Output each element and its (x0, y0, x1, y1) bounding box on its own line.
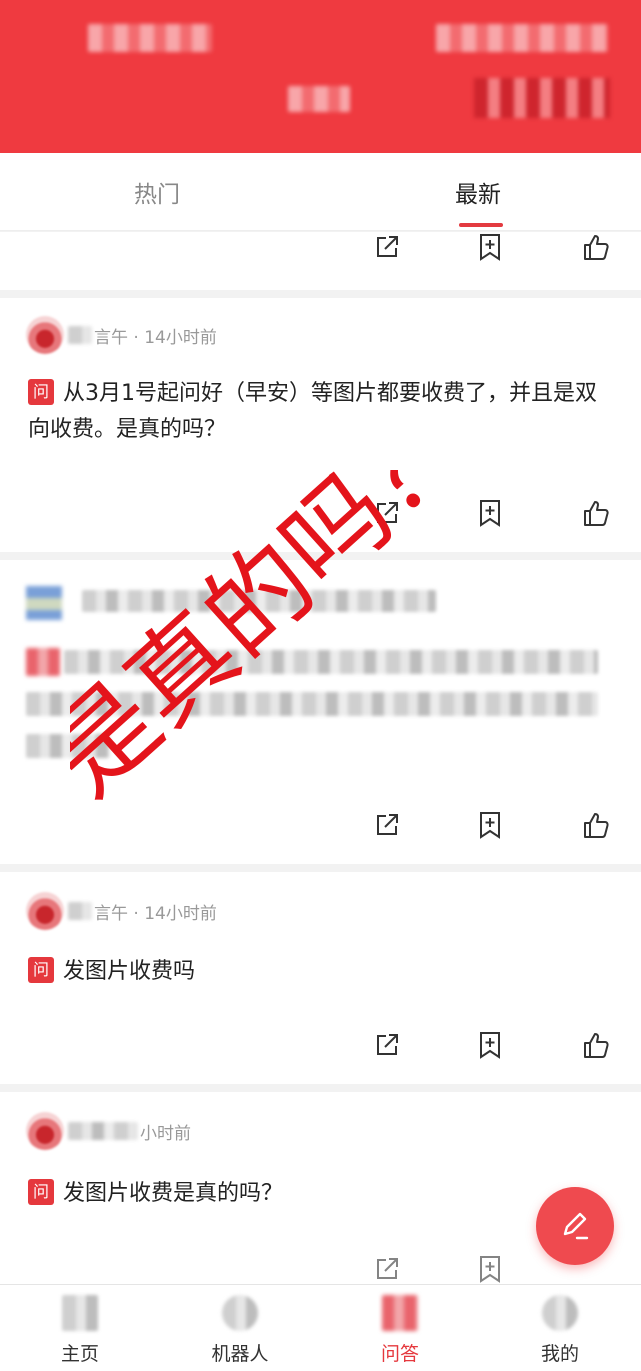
feed-card[interactable]: 言午 · 14小时前 问发图片收费吗 (0, 872, 641, 1084)
blurred-text-line (26, 692, 598, 716)
question-body: 发图片收费吗 (63, 959, 196, 984)
question-text[interactable]: 问发图片收费是真的吗？ (28, 1176, 608, 1212)
header-blurred-text (88, 24, 212, 52)
blurred-avatar (26, 586, 62, 620)
bookmark-add-icon[interactable] (475, 498, 505, 528)
thumbs-up-icon[interactable] (581, 1030, 611, 1060)
avatar[interactable] (26, 1112, 64, 1150)
header-blurred-text (436, 24, 608, 52)
post-meta-text: 言午 · 14小时前 (94, 327, 217, 348)
blurred-meta (82, 590, 436, 612)
blurred-username (68, 1122, 138, 1140)
compose-button[interactable] (536, 1187, 614, 1265)
nav-qa[interactable]: 问答 (350, 1285, 450, 1371)
tab-hot[interactable]: 热门 (134, 175, 180, 209)
thumbs-up-icon[interactable] (581, 498, 611, 528)
question-body: 发图片收费是真的吗？ (63, 1181, 284, 1206)
question-badge: 问 (28, 957, 54, 983)
question-body: 从3月1号起问好（早安）等图片都要收费了，并且是双向收费。是真的吗？ (28, 381, 597, 442)
nav-mine[interactable]: 我的 (510, 1285, 610, 1371)
home-icon (62, 1295, 98, 1331)
thumbs-up-icon[interactable] (581, 232, 611, 262)
bookmark-add-icon[interactable] (475, 1030, 505, 1060)
post-meta-text: 言午 · 14小时前 (94, 903, 217, 924)
question-badge: 问 (28, 379, 54, 405)
nav-home[interactable]: 主页 (30, 1285, 130, 1371)
qa-icon (382, 1295, 418, 1331)
bookmark-add-icon[interactable] (475, 810, 505, 840)
question-text[interactable]: 问从3月1号起问好（早安）等图片都要收费了，并且是双向收费。是真的吗？ (28, 376, 608, 448)
share-icon[interactable] (372, 1254, 402, 1284)
robot-icon (222, 1295, 258, 1331)
card-actions (0, 232, 641, 268)
feed-card[interactable] (0, 560, 641, 864)
card-actions (0, 1030, 641, 1066)
bookmark-add-icon[interactable] (475, 232, 505, 262)
feed-card[interactable]: 小时前 问发图片收费是真的吗？ (0, 1092, 641, 1284)
active-tab-indicator (459, 223, 503, 227)
post-meta: 言午 · 14小时前 (26, 892, 217, 930)
profile-icon (542, 1295, 578, 1331)
feed-card (0, 232, 641, 290)
header-blurred-button[interactable] (474, 78, 610, 118)
feed-card[interactable]: 言午 · 14小时前 问从3月1号起问好（早安）等图片都要收费了，并且是双向收费… (0, 298, 641, 552)
share-icon[interactable] (372, 810, 402, 840)
blurred-username (68, 326, 92, 344)
blurred-text-line (26, 734, 110, 758)
feed-tabs: 热门 最新 (0, 153, 641, 231)
nav-robot[interactable]: 机器人 (190, 1285, 290, 1371)
nav-label: 问答 (380, 1343, 419, 1365)
blurred-badge (26, 648, 60, 676)
nav-label: 主页 (60, 1343, 99, 1365)
post-meta-text: 小时前 (140, 1123, 191, 1144)
card-actions (0, 498, 641, 534)
tab-latest[interactable]: 最新 (455, 175, 501, 209)
blurred-username (68, 902, 92, 920)
avatar[interactable] (26, 316, 64, 354)
blurred-text-line (64, 650, 598, 674)
card-actions (0, 810, 641, 846)
thumbs-up-icon[interactable] (581, 810, 611, 840)
post-meta: 言午 · 14小时前 (26, 316, 217, 354)
header-blurred-button[interactable] (288, 86, 350, 112)
share-icon[interactable] (372, 1030, 402, 1060)
pencil-icon (563, 1212, 589, 1240)
nav-label: 我的 (540, 1343, 579, 1365)
bottom-nav: 主页 机器人 问答 我的 (0, 1284, 641, 1371)
question-text[interactable]: 问发图片收费吗 (28, 954, 608, 990)
post-meta: 小时前 (26, 1112, 191, 1150)
share-icon[interactable] (372, 498, 402, 528)
top-header (0, 0, 641, 153)
question-badge: 问 (28, 1179, 54, 1205)
share-icon[interactable] (372, 232, 402, 262)
bookmark-add-icon[interactable] (475, 1254, 505, 1284)
nav-label: 机器人 (211, 1343, 269, 1365)
avatar[interactable] (26, 892, 64, 930)
